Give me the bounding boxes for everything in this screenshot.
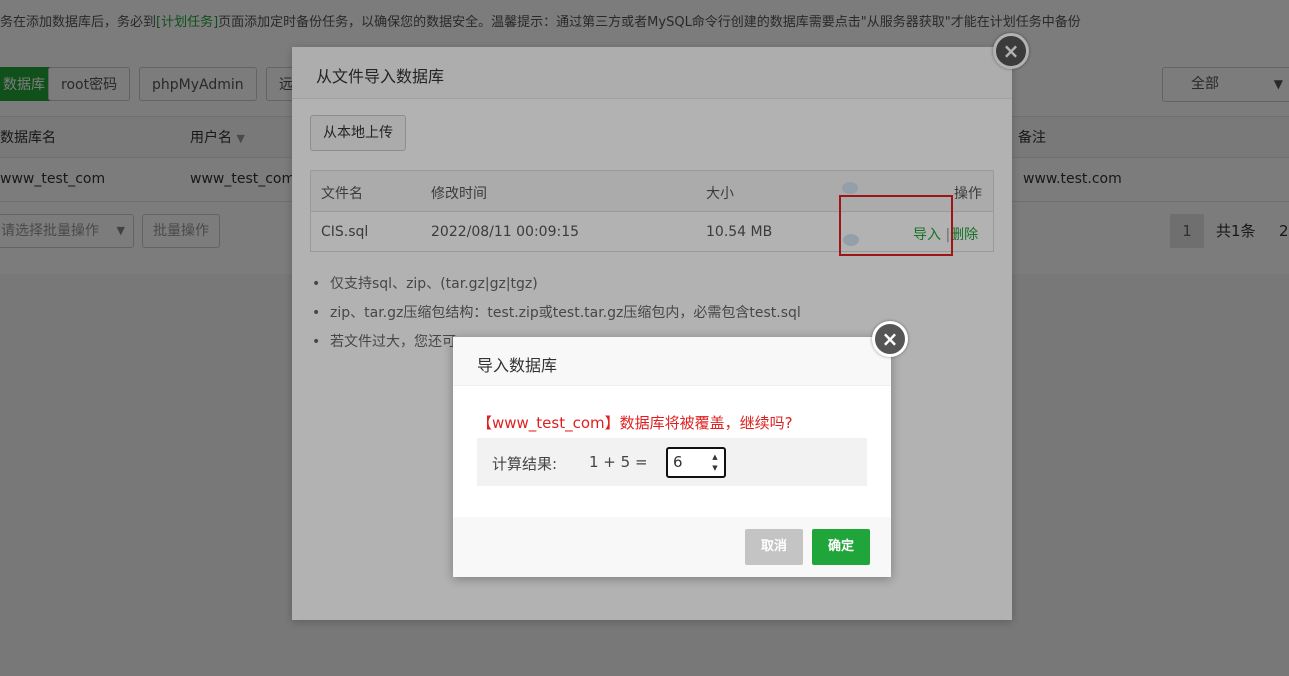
calc-result-input[interactable]: 6 ▲ ▼ [666, 447, 726, 478]
import-confirm-dialog: 导入数据库 【www_test_com】数据库将被覆盖，继续吗? 计算结果: 1… [453, 337, 891, 577]
close-icon[interactable]: × [872, 321, 908, 357]
overwrite-warning: 【www_test_com】数据库将被覆盖，继续吗? [477, 414, 793, 432]
captcha-calc: 计算结果: 1 + 5 = 6 ▲ ▼ [477, 438, 867, 486]
calc-label: 计算结果: [492, 455, 558, 473]
dialog-header: 导入数据库 [453, 337, 891, 386]
confirm-button[interactable]: 确定 [812, 529, 870, 565]
cancel-button[interactable]: 取消 [745, 529, 803, 565]
spin-up-icon[interactable]: ▲ [710, 452, 720, 463]
dialog-footer: 取消 确定 [453, 517, 891, 577]
dialog-title: 导入数据库 [477, 356, 558, 375]
number-spinner[interactable]: ▲ ▼ [710, 452, 720, 474]
calc-expression: 1 + 5 = [589, 453, 648, 471]
spin-down-icon[interactable]: ▼ [710, 463, 720, 474]
